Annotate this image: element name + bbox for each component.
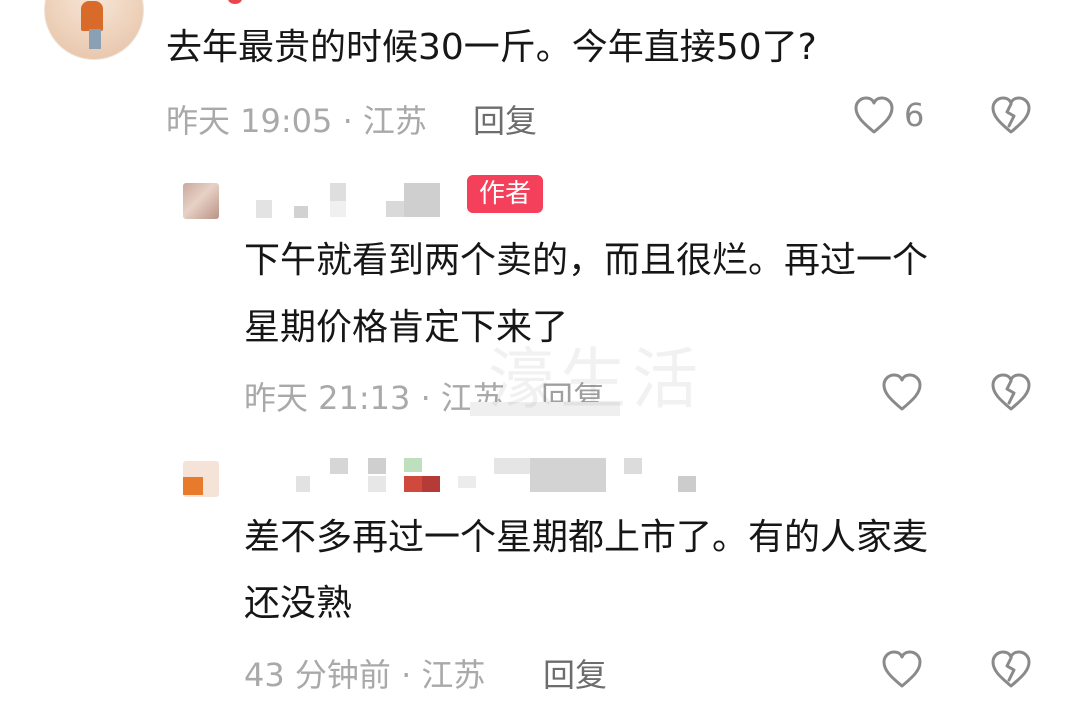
- reply-text-line1: 差不多再过一个星期都上市了。有的人家麦: [244, 517, 929, 558]
- broken-heart-icon[interactable]: [989, 371, 1033, 413]
- heart-outline-icon[interactable]: [852, 94, 896, 136]
- reply-time-location: 43 分钟前 · 江苏: [244, 656, 486, 694]
- commenter-avatar[interactable]: [44, 0, 144, 60]
- comment-text: 去年最贵的时候30一斤。今年直接50了?: [166, 27, 817, 68]
- avatar-figure-legs: [89, 29, 101, 49]
- comment-time-location: 昨天 19:05 · 江苏: [166, 102, 427, 140]
- reply-avatar[interactable]: [183, 461, 219, 497]
- reply-button[interactable]: 回复: [543, 650, 607, 696]
- heart-outline-icon[interactable]: [880, 371, 924, 413]
- avatar-decoration: [183, 477, 203, 495]
- avatar-badge-decoration: [228, 0, 242, 4]
- reply-button[interactable]: 回复: [473, 96, 537, 142]
- heart-outline-icon[interactable]: [880, 648, 924, 690]
- broken-heart-icon[interactable]: [989, 94, 1033, 136]
- like-count: 6: [904, 96, 925, 134]
- reply-time-location: 昨天 21:13 · 江苏: [244, 379, 505, 417]
- avatar-figure: [81, 1, 103, 31]
- author-badge: 作者: [467, 175, 543, 213]
- reply-text-line2: 还没熟: [244, 583, 353, 624]
- reply-text-line1: 下午就看到两个卖的，而且很烂。再过一个: [244, 240, 929, 281]
- reply-avatar[interactable]: [183, 183, 219, 219]
- broken-heart-icon[interactable]: [989, 648, 1033, 690]
- watermark: 濠生活: [488, 341, 704, 418]
